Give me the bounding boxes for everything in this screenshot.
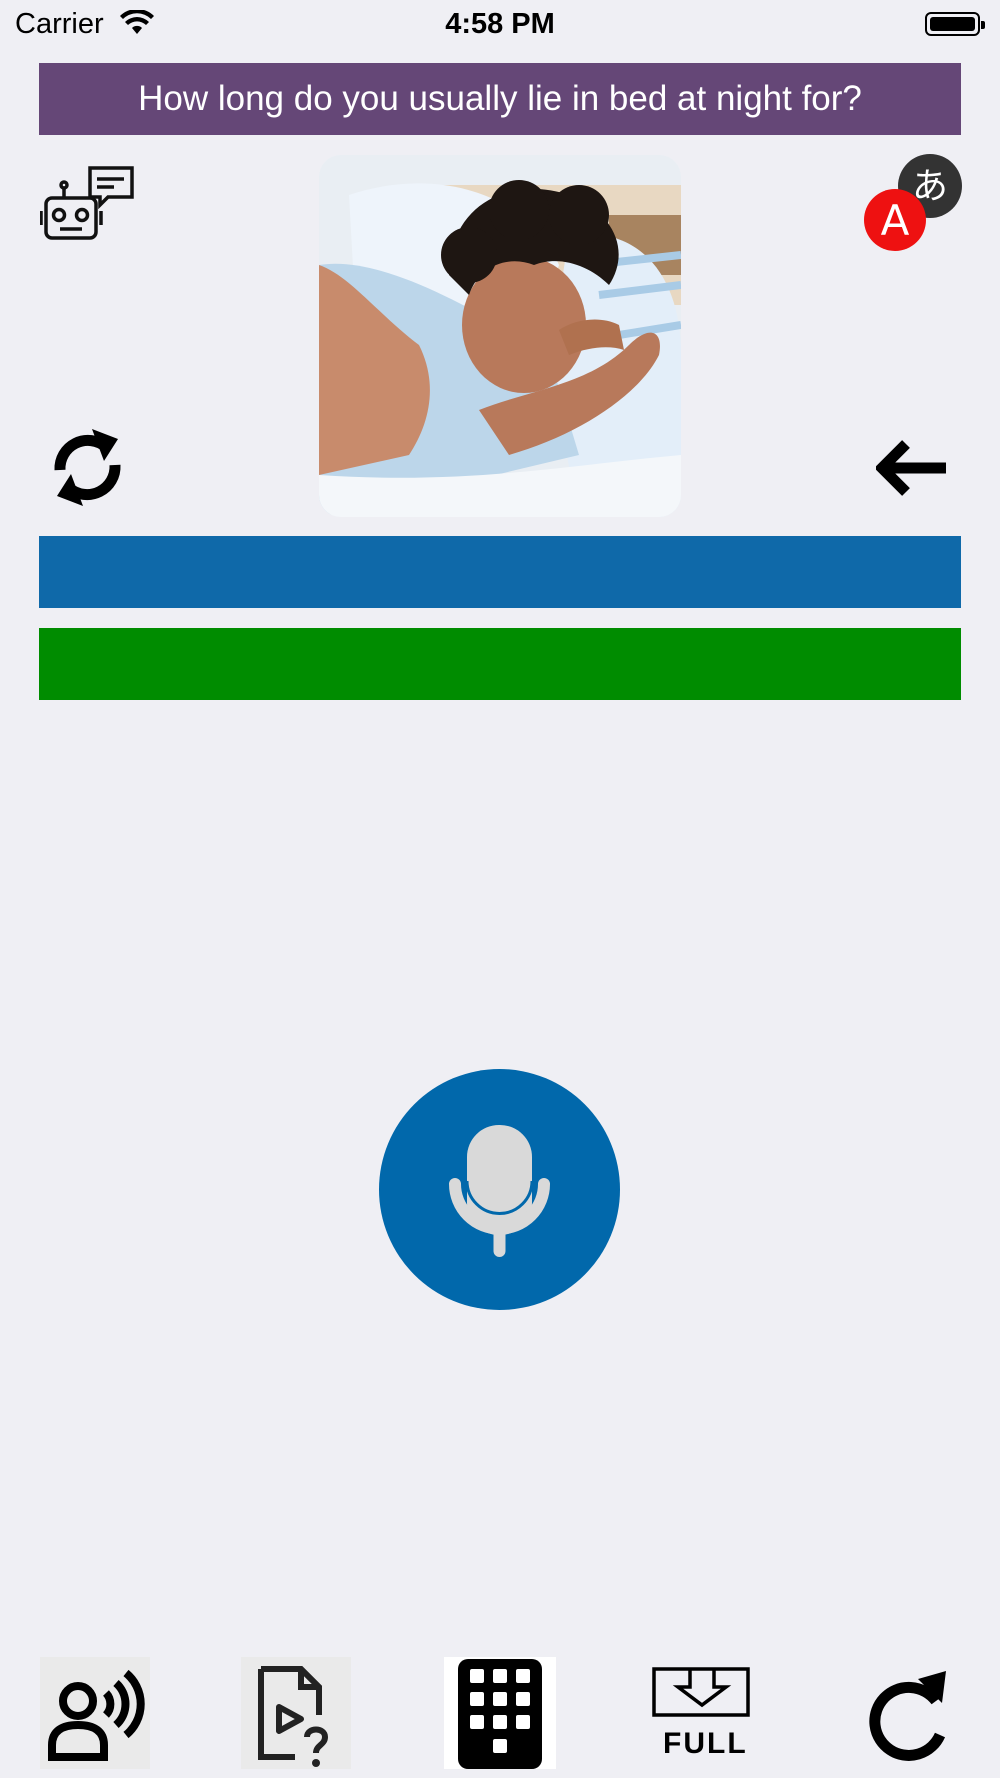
status-bar: Carrier 4:58 PM (0, 0, 1000, 50)
video-help-button[interactable] (241, 1657, 351, 1769)
keypad-icon (458, 1659, 542, 1769)
microphone-icon (449, 1125, 550, 1257)
sync-icon[interactable] (50, 425, 125, 510)
reload-icon (869, 1671, 946, 1761)
video-file-question-icon (258, 1666, 329, 1767)
translate-icon[interactable]: あ A (864, 153, 962, 251)
full-download-button[interactable]: FULL (650, 1657, 754, 1769)
question-banner: How long do you usually lie in bed at ni… (39, 63, 961, 135)
battery-icon (925, 12, 985, 36)
sleeping-man-photo (319, 155, 681, 517)
answer-option-2[interactable] (39, 628, 961, 700)
answer-option-1[interactable] (39, 536, 961, 608)
svg-text:A: A (881, 196, 910, 245)
keypad-button[interactable] (444, 1657, 556, 1769)
arrow-left-icon[interactable] (874, 440, 948, 496)
full-label: FULL (663, 1727, 748, 1760)
speaker-voice-icon (48, 1669, 145, 1761)
clock: 4:58 PM (445, 8, 555, 40)
speaker-voice-button[interactable] (40, 1657, 150, 1769)
robot-chat-icon[interactable] (39, 165, 135, 243)
microphone-button[interactable] (379, 1069, 620, 1310)
reload-button[interactable] (862, 1657, 952, 1769)
